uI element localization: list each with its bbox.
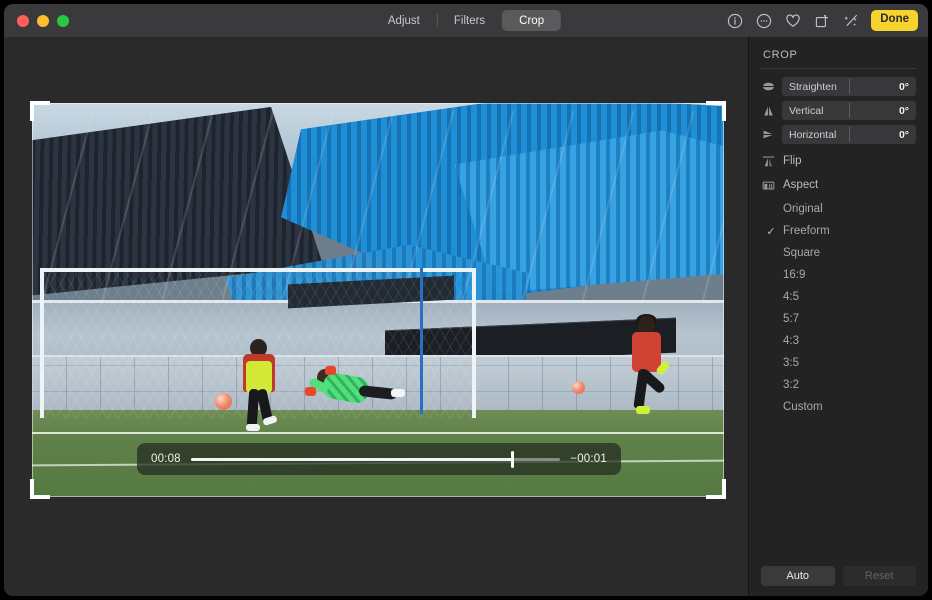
aspect-option-label: 5:7: [779, 313, 799, 325]
aspect-option-custom[interactable]: Custom: [761, 396, 916, 418]
aspect-option-label: 3:2: [779, 379, 799, 391]
aspect-option-label: 16:9: [779, 269, 805, 281]
comment-icon[interactable]: [755, 12, 772, 29]
goalkeeper-diving: [309, 367, 405, 431]
horizontal-icon: [761, 128, 775, 142]
crop-handle-bottom-right[interactable]: [706, 479, 726, 499]
aspect-option-label: 4:5: [779, 291, 799, 303]
checkmark-icon: ✓: [763, 225, 779, 238]
slider-label: Horizontal: [782, 129, 899, 141]
aspect-option-16-9[interactable]: 16:9: [761, 264, 916, 286]
aspect-option-freeform[interactable]: ✓Freeform: [761, 220, 916, 242]
aspect-option-label: Freeform: [779, 225, 830, 237]
player-yellow-bib: [240, 339, 282, 439]
elapsed-time: 00:08: [151, 453, 181, 465]
video-scrubber[interactable]: 00:08 −00:01: [137, 443, 621, 475]
panel-title: CROP: [761, 47, 916, 68]
vertical-slider[interactable]: Vertical 0°: [782, 101, 916, 120]
soccer-ball-secondary: [572, 381, 585, 394]
scrubber-track[interactable]: [191, 458, 561, 461]
aspect-option-label: Square: [779, 247, 820, 259]
crop-sidebar: CROP Straighten 0°: [748, 37, 928, 596]
playhead-handle[interactable]: [511, 451, 514, 468]
slider-label: Straighten: [782, 81, 899, 93]
tab-filters[interactable]: Filters: [437, 10, 502, 31]
magic-wand-icon[interactable]: [842, 12, 859, 29]
close-button[interactable]: [17, 15, 29, 27]
aspect-control[interactable]: Aspect: [761, 173, 916, 197]
editor-body: 00:08 −00:01 CROP: [4, 37, 928, 596]
traffic-lights: [17, 15, 69, 27]
aspect-option-label: 4:3: [779, 335, 799, 347]
flip-control[interactable]: Flip: [761, 149, 916, 173]
flip-icon: [761, 154, 775, 168]
aspect-option-3-2[interactable]: 3:2: [761, 374, 916, 396]
slider-value: 0°: [899, 105, 916, 117]
toolbar-actions: Done: [726, 4, 918, 37]
zoom-button[interactable]: [57, 15, 69, 27]
aspect-option-5-7[interactable]: 5:7: [761, 308, 916, 330]
aspect-ratio-list: Original✓FreeformSquare16:94:55:74:33:53…: [761, 198, 916, 418]
straighten-slider[interactable]: Straighten 0°: [782, 77, 916, 96]
aspect-option-square[interactable]: Square: [761, 242, 916, 264]
photos-editor-window: Adjust Filters Crop: [4, 4, 928, 596]
crop-frame[interactable]: 00:08 −00:01: [32, 103, 724, 497]
photo-canvas: 00:08 −00:01: [4, 37, 748, 596]
pitch-line: [32, 432, 724, 434]
info-icon[interactable]: [726, 12, 743, 29]
sidebar-footer: Auto Reset: [761, 566, 916, 586]
remaining-time: −00:01: [570, 453, 607, 465]
blue-pole: [420, 268, 423, 414]
minimize-button[interactable]: [37, 15, 49, 27]
slider-row-horizontal[interactable]: Horizontal 0°: [761, 125, 916, 144]
scrubber-progress: [191, 458, 512, 461]
horizontal-slider[interactable]: Horizontal 0°: [782, 125, 916, 144]
slider-row-vertical[interactable]: Vertical 0°: [761, 101, 916, 120]
tab-crop[interactable]: Crop: [502, 10, 561, 31]
crop-handle-bottom-left[interactable]: [30, 479, 50, 499]
heart-icon[interactable]: [784, 12, 801, 29]
aspect-option-3-5[interactable]: 3:5: [761, 352, 916, 374]
slider-value: 0°: [899, 81, 916, 93]
straighten-icon: [761, 80, 775, 94]
title-bar: Adjust Filters Crop: [4, 4, 928, 37]
aspect-option-label: Custom: [779, 401, 823, 413]
slider-row-straighten[interactable]: Straighten 0°: [761, 77, 916, 96]
done-button[interactable]: Done: [871, 10, 918, 31]
flip-label: Flip: [783, 155, 802, 167]
aspect-option-4-5[interactable]: 4:5: [761, 286, 916, 308]
aspect-option-label: 3:5: [779, 357, 799, 369]
soccer-ball: [215, 393, 232, 410]
vertical-icon: [761, 104, 775, 118]
aspect-option-4-3[interactable]: 4:3: [761, 330, 916, 352]
slider-label: Vertical: [782, 105, 899, 117]
rotate-icon[interactable]: [813, 12, 830, 29]
player-red-jersey: [627, 316, 667, 424]
aspect-option-original[interactable]: Original: [761, 198, 916, 220]
crop-handle-top-right[interactable]: [706, 101, 726, 121]
photo-image: 00:08 −00:01: [32, 103, 724, 497]
edit-mode-tabs: Adjust Filters Crop: [371, 10, 561, 31]
reset-button[interactable]: Reset: [843, 566, 917, 586]
slider-value: 0°: [899, 129, 916, 141]
auto-button[interactable]: Auto: [761, 566, 835, 586]
aspect-label: Aspect: [783, 179, 818, 191]
tab-adjust[interactable]: Adjust: [371, 10, 437, 31]
aspect-icon: [761, 178, 775, 192]
crop-handle-top-left[interactable]: [30, 101, 50, 121]
panel-divider: [761, 68, 916, 69]
aspect-option-label: Original: [779, 203, 823, 215]
